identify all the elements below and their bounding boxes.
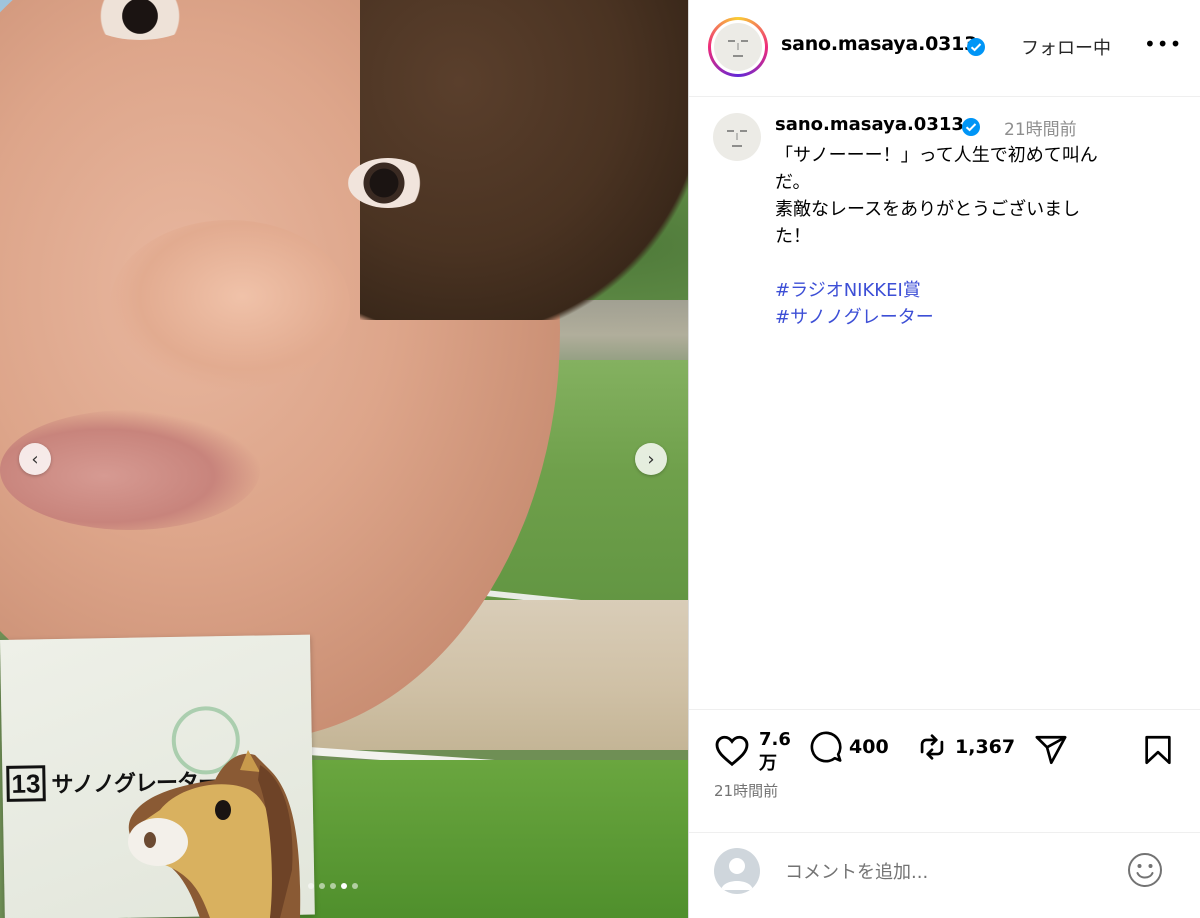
caption-line: 素敵なレースをありがとうございまし <box>775 199 1081 220</box>
like-count[interactable]: 7.6 万 <box>759 728 799 776</box>
slide-dot <box>330 883 336 889</box>
story-avatar[interactable] <box>708 17 768 77</box>
current-user-avatar <box>714 848 760 894</box>
hashtag-link[interactable]: #ラジオNIKKEI賞 <box>775 277 1175 304</box>
emoji-icon[interactable] <box>1125 850 1165 890</box>
post-photo: 13 サノノグレーター ‹ › <box>0 0 688 918</box>
like-count-unit: 万 <box>759 753 777 774</box>
caption-line: た！ <box>775 226 811 247</box>
eye <box>348 158 428 208</box>
slide-dot <box>319 883 325 889</box>
slide-dot-active <box>341 883 347 889</box>
share-icon[interactable] <box>1034 733 1068 767</box>
post-header: sano.masaya.0313 フォロー中 ••• <box>689 0 1200 97</box>
following-button[interactable]: フォロー中 <box>1021 34 1111 60</box>
comment-divider <box>689 832 1200 833</box>
post-sidebar: sano.masaya.0313 フォロー中 ••• sano.masaya.0… <box>688 0 1200 918</box>
repost-action[interactable]: 1,367 <box>915 730 1015 764</box>
caption-username[interactable]: sano.masaya.0313 <box>775 114 964 135</box>
hashtag-link[interactable]: #サノノグレーター <box>775 304 1175 331</box>
slide-dot <box>308 883 314 889</box>
bookmark-icon[interactable] <box>1141 733 1175 767</box>
repost-icon <box>920 734 944 760</box>
repost-count: 1,367 <box>955 736 1016 758</box>
avatar <box>714 23 762 71</box>
actions-divider <box>689 709 1200 711</box>
default-user-icon <box>721 858 753 890</box>
horse-emoji-icon <box>128 750 301 918</box>
caption-line: 「サノーーー！」って人生で初めて叫ん <box>775 145 1098 166</box>
slide-dot <box>352 883 358 889</box>
comment-action[interactable]: 400 <box>809 730 889 764</box>
caption-timestamp[interactable]: 21時間前 <box>1004 115 1077 140</box>
nose <box>110 220 350 390</box>
next-slide-button[interactable]: › <box>635 443 667 475</box>
caption-avatar[interactable] <box>713 113 761 161</box>
avatar-border <box>711 20 765 74</box>
comment-count: 400 <box>849 736 889 758</box>
post-timestamp[interactable]: 21時間前 <box>714 780 778 801</box>
chevron-right-icon: › <box>647 448 655 470</box>
chevron-left-icon: ‹ <box>31 448 39 470</box>
caption-line: だ。 <box>775 172 811 193</box>
heart-icon[interactable] <box>714 733 750 767</box>
more-options-icon[interactable]: ••• <box>1144 32 1182 56</box>
caption-text: 「サノーーー！」って人生で初めて叫ん だ。 素敵なレースをありがとうございまし … <box>775 142 1175 331</box>
hair <box>360 0 688 320</box>
comment-icon <box>810 731 842 763</box>
ticket-number: 13 <box>6 765 46 802</box>
avatar-face-icon <box>728 40 748 57</box>
previous-slide-button[interactable]: ‹ <box>19 443 51 475</box>
avatar-face-icon <box>727 130 747 147</box>
header-username[interactable]: sano.masaya.0313 <box>781 33 977 55</box>
verified-badge-icon <box>967 38 985 56</box>
instagram-post: 13 サノノグレーター ‹ › sano.masaya.0313 フォロー中 •… <box>0 0 1200 918</box>
add-comment-input[interactable] <box>783 856 1117 888</box>
like-count-value: 7.6 <box>759 729 791 750</box>
slide-indicator <box>308 883 358 889</box>
verified-badge-icon <box>962 118 980 136</box>
